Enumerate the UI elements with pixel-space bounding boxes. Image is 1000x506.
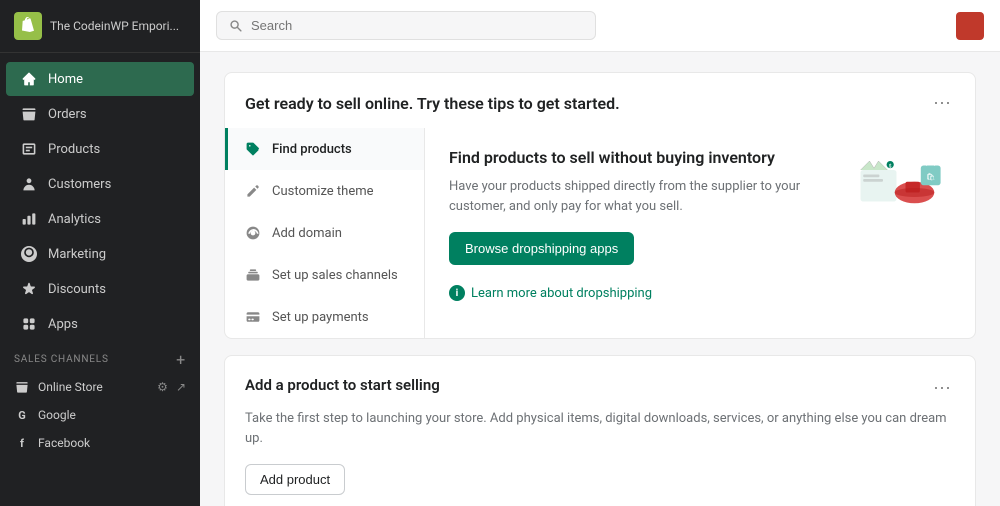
main-content: Get ready to sell online. Try these tips… bbox=[200, 0, 1000, 506]
topbar bbox=[200, 0, 1000, 52]
avatar bbox=[956, 12, 984, 40]
tag-icon bbox=[244, 140, 262, 158]
tip-detail-text: Find products to sell without buying inv… bbox=[449, 148, 835, 265]
sidebar-item-discounts[interactable]: Discounts bbox=[6, 272, 194, 306]
tip-illustration: $ 🛍 bbox=[851, 148, 951, 265]
add-product-button[interactable]: Add product bbox=[245, 464, 345, 495]
facebook-label: Facebook bbox=[38, 436, 90, 450]
sidebar-header: The CodeinWP Empori... bbox=[0, 0, 200, 53]
tips-card: Get ready to sell online. Try these tips… bbox=[224, 72, 976, 339]
customers-icon bbox=[20, 175, 38, 193]
tip-item-customize-theme[interactable]: Customize theme bbox=[225, 170, 424, 212]
tips-list: Find products Customize theme Add domain bbox=[225, 128, 425, 338]
sidebar-item-customers-label: Customers bbox=[48, 177, 111, 192]
google-icon: G bbox=[14, 407, 30, 423]
tip-payments-label: Set up payments bbox=[272, 310, 369, 325]
sidebar-item-apps[interactable]: Apps bbox=[6, 307, 194, 341]
card-icon bbox=[244, 308, 262, 326]
sales-channel-facebook[interactable]: f Facebook bbox=[0, 429, 200, 457]
info-icon: i bbox=[449, 285, 465, 301]
channels-icon bbox=[244, 266, 262, 284]
tips-more-button[interactable]: ⋯ bbox=[929, 91, 955, 116]
tip-add-domain-label: Add domain bbox=[272, 226, 342, 241]
tip-sales-channels-label: Set up sales channels bbox=[272, 268, 398, 283]
tips-layout: Find products Customize theme Add domain bbox=[225, 128, 975, 338]
add-product-title: Add a product to start selling bbox=[245, 376, 440, 394]
marketing-icon bbox=[20, 245, 38, 263]
online-store-label: Online Store bbox=[38, 380, 103, 394]
add-product-header: Add a product to start selling ⋯ bbox=[245, 376, 955, 401]
learn-more-label: Learn more about dropshipping bbox=[471, 286, 652, 301]
tip-find-products-label: Find products bbox=[272, 142, 352, 157]
search-input[interactable] bbox=[251, 18, 583, 33]
sidebar-item-customers[interactable]: Customers bbox=[6, 167, 194, 201]
globe-icon bbox=[244, 224, 262, 242]
sales-channel-online-store[interactable]: Online Store ⚙ ↗ bbox=[0, 373, 200, 401]
topbar-right bbox=[956, 12, 984, 40]
svg-text:🛍: 🛍 bbox=[926, 172, 935, 181]
browse-dropshipping-button[interactable]: Browse dropshipping apps bbox=[449, 232, 634, 265]
tip-detail-title: Find products to sell without buying inv… bbox=[449, 148, 835, 167]
sidebar-item-analytics[interactable]: Analytics bbox=[6, 202, 194, 236]
tip-detail: Find products to sell without buying inv… bbox=[425, 128, 975, 338]
tip-item-find-products[interactable]: Find products bbox=[225, 128, 424, 170]
tip-detail-content: Find products to sell without buying inv… bbox=[449, 148, 951, 265]
sidebar-item-analytics-label: Analytics bbox=[48, 212, 101, 227]
discounts-icon bbox=[20, 280, 38, 298]
tip-item-add-domain[interactable]: Add domain bbox=[225, 212, 424, 254]
sidebar-item-orders-label: Orders bbox=[48, 107, 87, 122]
add-product-card: Add a product to start selling ⋯ Take th… bbox=[224, 355, 976, 506]
online-store-settings-icon[interactable]: ⚙ bbox=[157, 380, 168, 394]
facebook-icon: f bbox=[14, 435, 30, 451]
google-label: Google bbox=[38, 408, 76, 422]
sidebar-item-orders[interactable]: Orders bbox=[6, 97, 194, 131]
sales-channel-google[interactable]: G Google bbox=[0, 401, 200, 429]
add-sales-channel-icon[interactable]: + bbox=[176, 350, 186, 369]
tips-card-title: Get ready to sell online. Try these tips… bbox=[245, 94, 620, 113]
home-icon bbox=[20, 70, 38, 88]
tip-item-payments[interactable]: Set up payments bbox=[225, 296, 424, 338]
sales-channels-section-title: SALES CHANNELS + bbox=[0, 342, 200, 373]
sidebar-item-marketing[interactable]: Marketing bbox=[6, 237, 194, 271]
sidebar-item-discounts-label: Discounts bbox=[48, 282, 106, 297]
sidebar-item-products[interactable]: Products bbox=[6, 132, 194, 166]
online-store-view-icon[interactable]: ↗ bbox=[176, 380, 186, 394]
brush-icon bbox=[244, 182, 262, 200]
online-store-icon bbox=[14, 379, 30, 395]
shopify-logo bbox=[14, 12, 42, 40]
add-product-more-button[interactable]: ⋯ bbox=[929, 376, 955, 401]
apps-icon bbox=[20, 315, 38, 333]
orders-icon bbox=[20, 105, 38, 123]
sidebar: The CodeinWP Empori... Home Orders Produ… bbox=[0, 0, 200, 506]
search-icon bbox=[229, 19, 243, 33]
store-name: The CodeinWP Empori... bbox=[50, 19, 179, 33]
tip-detail-description: Have your products shipped directly from… bbox=[449, 177, 835, 216]
tip-customize-theme-label: Customize theme bbox=[272, 184, 374, 199]
products-icon bbox=[20, 140, 38, 158]
sidebar-item-marketing-label: Marketing bbox=[48, 247, 106, 262]
tip-item-sales-channels[interactable]: Set up sales channels bbox=[225, 254, 424, 296]
sidebar-item-products-label: Products bbox=[48, 142, 100, 157]
analytics-icon bbox=[20, 210, 38, 228]
sidebar-item-home[interactable]: Home bbox=[6, 62, 194, 96]
search-box[interactable] bbox=[216, 11, 596, 40]
sidebar-item-home-label: Home bbox=[48, 72, 83, 87]
sidebar-item-apps-label: Apps bbox=[48, 317, 78, 332]
online-store-actions: ⚙ ↗ bbox=[157, 380, 186, 394]
add-product-description: Take the first step to launching your st… bbox=[245, 409, 955, 448]
sidebar-nav: Home Orders Products Customers Analytics bbox=[0, 53, 200, 506]
tips-card-header: Get ready to sell online. Try these tips… bbox=[225, 73, 975, 128]
learn-more-link[interactable]: i Learn more about dropshipping bbox=[449, 285, 951, 301]
content-area: Get ready to sell online. Try these tips… bbox=[200, 52, 1000, 506]
